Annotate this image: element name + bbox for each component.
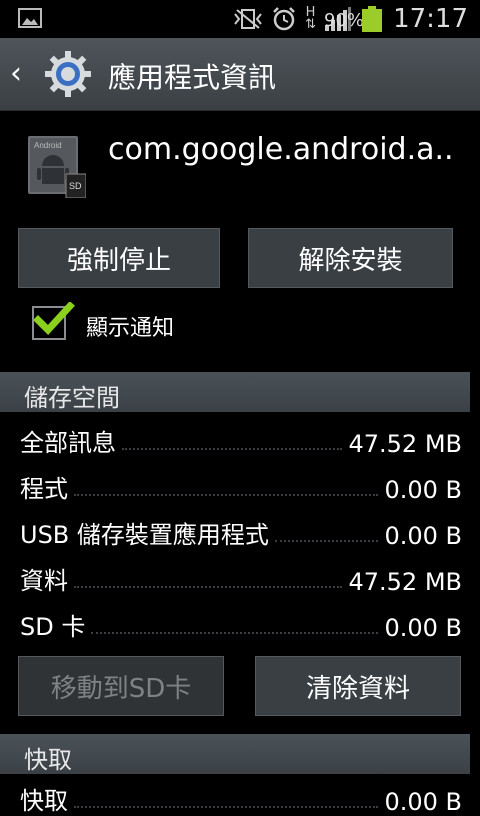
image-icon — [18, 8, 42, 28]
storage-row-data: 資料 47.52 MB — [20, 556, 462, 596]
row-value: 0.00 B — [384, 614, 462, 642]
status-bar: H ⇅ 90% 17:17 — [0, 0, 480, 38]
row-value: 0.00 B — [384, 522, 462, 550]
storage-row-sd: SD 卡 0.00 B — [20, 602, 462, 642]
cache-row: 快取 0.00 B — [20, 776, 462, 816]
storage-row-total: 全部訊息 47.52 MB — [20, 418, 462, 458]
clock: 17:17 — [393, 4, 468, 34]
cache-header-label: 快取 — [24, 746, 72, 774]
row-value: 47.52 MB — [348, 430, 462, 458]
dot-leader — [74, 494, 379, 496]
row-label: USB 儲存裝置應用程式 — [20, 521, 269, 549]
dot-leader — [122, 448, 343, 450]
network-type-icon: H ⇅ — [305, 6, 316, 32]
dot-leader — [74, 586, 343, 588]
row-value: 0.00 B — [384, 788, 462, 816]
vibrate-icon — [234, 9, 262, 29]
storage-row-app: 程式 0.00 B — [20, 464, 462, 504]
settings-gear-icon[interactable] — [44, 50, 92, 98]
battery-icon — [362, 6, 382, 32]
storage-header-label: 儲存空間 — [24, 384, 120, 412]
back-icon[interactable]: ‹ — [10, 59, 22, 89]
uninstall-button[interactable]: 解除安裝 — [248, 228, 453, 288]
force-stop-button[interactable]: 強制停止 — [18, 228, 220, 288]
sd-badge: SD — [69, 181, 82, 191]
dot-leader — [91, 632, 379, 634]
battery-percent: 90% — [324, 10, 365, 31]
dot-leader — [274, 540, 379, 542]
action-bar: ‹ 應用程式資訊 — [0, 38, 480, 111]
show-notifications-checkbox[interactable] — [32, 302, 75, 340]
clear-data-button[interactable]: 清除資料 — [255, 656, 461, 716]
dot-leader — [74, 806, 379, 808]
data-arrows-icon: ⇅ — [305, 17, 316, 32]
app-icon-label: Android — [34, 141, 62, 150]
cache-section-header: 快取 — [0, 734, 470, 774]
storage-section-header: 儲存空間 — [0, 372, 470, 412]
row-value: 47.52 MB — [348, 568, 462, 596]
row-label: 全部訊息 — [20, 429, 116, 457]
move-to-sd-button[interactable]: 移動到SD卡 — [18, 656, 224, 716]
storage-row-usb: USB 儲存裝置應用程式 0.00 B — [20, 510, 462, 550]
page-title: 應用程式資訊 — [108, 61, 277, 94]
row-label: SD 卡 — [20, 613, 86, 641]
app-icon: Android SD — [28, 136, 86, 198]
checkmark-icon — [34, 302, 75, 336]
row-value: 0.00 B — [384, 476, 462, 504]
app-package-name: com.google.android.a.. — [108, 132, 454, 167]
show-notifications-label: 顯示通知 — [86, 316, 175, 341]
row-label: 資料 — [20, 567, 68, 595]
row-label: 快取 — [20, 787, 68, 815]
row-label: 程式 — [20, 475, 68, 503]
alarm-icon — [273, 7, 295, 31]
